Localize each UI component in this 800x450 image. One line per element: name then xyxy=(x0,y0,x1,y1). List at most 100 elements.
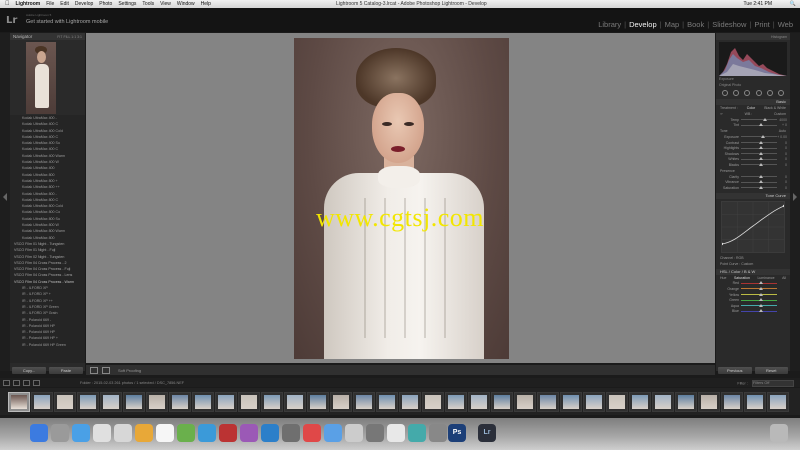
menu-tools[interactable]: Tools xyxy=(142,1,154,7)
dock-app-icon[interactable] xyxy=(387,424,405,442)
hsl-tab-hue[interactable]: Hue xyxy=(720,276,726,280)
filmstrip-thumbnail[interactable] xyxy=(698,392,720,412)
module-map[interactable]: Map xyxy=(662,20,683,29)
spot-removal-icon[interactable] xyxy=(732,90,739,96)
crop-tool-icon[interactable] xyxy=(721,90,728,96)
adjustment-brush-icon[interactable] xyxy=(778,90,785,96)
filmstrip-thumbnail[interactable] xyxy=(169,392,191,412)
graduated-filter-icon[interactable] xyxy=(755,90,762,96)
filmstrip-thumbnail[interactable] xyxy=(675,392,697,412)
hsl-tab-all[interactable]: All xyxy=(782,276,786,280)
back-arrow-icon[interactable] xyxy=(23,379,30,386)
dock-app-icon[interactable] xyxy=(30,424,48,442)
module-book[interactable]: Book xyxy=(684,20,707,29)
menu-window[interactable]: Window xyxy=(177,1,195,7)
slider-value[interactable]: 0 xyxy=(777,152,787,156)
histogram[interactable] xyxy=(719,42,787,76)
reset-button[interactable]: Reset xyxy=(754,367,788,374)
filmstrip-thumbnail[interactable] xyxy=(353,392,375,412)
dock-app-icon[interactable] xyxy=(51,424,69,442)
filmstrip-thumbnail[interactable] xyxy=(606,392,628,412)
hsl-tab-saturation[interactable]: Saturation xyxy=(734,276,750,280)
grid-view-icon[interactable] xyxy=(13,379,20,386)
dock-app-icon[interactable] xyxy=(198,424,216,442)
slider-value[interactable]: + 0 xyxy=(777,123,787,127)
filmstrip-thumbnail[interactable] xyxy=(744,392,766,412)
menu-settings[interactable]: Settings xyxy=(118,1,136,7)
menu-develop[interactable]: Develop xyxy=(75,1,93,7)
tone-auto-button[interactable]: Auto xyxy=(779,129,786,133)
dock-app-icon[interactable] xyxy=(72,424,90,442)
module-slideshow[interactable]: Slideshow xyxy=(709,20,749,29)
dock-app-icon[interactable] xyxy=(93,424,111,442)
filmstrip-thumbnail[interactable] xyxy=(330,392,352,412)
menu-help[interactable]: Help xyxy=(201,1,211,7)
filmstrip-thumbnail[interactable] xyxy=(652,392,674,412)
filmstrip-thumbnail[interactable] xyxy=(31,392,53,412)
filmstrip-thumbnail[interactable] xyxy=(399,392,421,412)
loupe-view-icon[interactable] xyxy=(90,366,98,374)
slider-value[interactable]: 0 xyxy=(777,186,787,190)
filmstrip-thumbnail[interactable] xyxy=(422,392,444,412)
lightroom-dock-icon[interactable]: Lr xyxy=(478,424,496,442)
slider-saturation[interactable]: Saturation 0 xyxy=(716,185,790,191)
filmstrip-thumbnail[interactable] xyxy=(307,392,329,412)
radial-filter-icon[interactable] xyxy=(766,90,773,96)
module-web[interactable]: Web xyxy=(775,20,796,29)
dock-app-icon[interactable] xyxy=(240,424,258,442)
secondary-window-icon[interactable] xyxy=(3,379,10,386)
histogram-header[interactable]: Histogram xyxy=(716,33,790,40)
menu-file[interactable]: File xyxy=(46,1,54,7)
point-curve-select[interactable]: Point Curve : Custom xyxy=(720,262,753,266)
previous-button[interactable]: Previous xyxy=(718,367,752,374)
menu-edit[interactable]: Edit xyxy=(60,1,69,7)
spotlight-icon[interactable]: 🔍 xyxy=(790,1,796,7)
paste-settings-button[interactable]: Paste xyxy=(49,367,83,374)
tone-curve-header[interactable]: Tone Curve xyxy=(716,192,790,199)
hsl-tab-luminance[interactable]: Luminance xyxy=(757,276,774,280)
navigator-preview[interactable] xyxy=(26,42,56,114)
original-photo-checkbox[interactable]: Original Photo xyxy=(716,82,790,88)
filmstrip-source-path[interactable]: Folder : 2015-02-03 261 photos / 1 selec… xyxy=(80,381,184,385)
dock-app-icon[interactable] xyxy=(303,424,321,442)
filmstrip-thumbnail[interactable] xyxy=(537,392,559,412)
filmstrip-thumbnail[interactable] xyxy=(215,392,237,412)
slider-value[interactable]: 0 xyxy=(777,141,787,145)
slider-value[interactable]: 0 xyxy=(777,180,787,184)
dock-app-icon[interactable] xyxy=(261,424,279,442)
filmstrip-thumbnail[interactable] xyxy=(146,392,168,412)
navigator-zoom-options[interactable]: FIT FILL 1:1 3:1 xyxy=(57,35,82,39)
presets-list[interactable]: Kodak UltraMax 400 - Kodak UltraMax 400 … xyxy=(10,115,85,363)
filmstrip-thumbnail[interactable] xyxy=(261,392,283,412)
left-panel-toggle[interactable] xyxy=(0,33,10,371)
filmstrip-thumbnail[interactable] xyxy=(767,392,789,412)
dock-app-icon[interactable] xyxy=(114,424,132,442)
filmstrip-thumbnail[interactable] xyxy=(192,392,214,412)
menu-view[interactable]: View xyxy=(160,1,171,7)
filmstrip-thumbnail[interactable] xyxy=(560,392,582,412)
photoshop-dock-icon[interactable]: Ps xyxy=(448,424,466,442)
module-library[interactable]: Library xyxy=(595,20,624,29)
filmstrip-thumbnail[interactable] xyxy=(376,392,398,412)
dock-app-icon[interactable] xyxy=(408,424,426,442)
slider-value[interactable]: 0 xyxy=(777,175,787,179)
dock-app-icon[interactable] xyxy=(219,424,237,442)
filmstrip-thumbnail[interactable] xyxy=(123,392,145,412)
hsl-slider[interactable]: Blue xyxy=(716,309,790,315)
filmstrip-thumbnail[interactable] xyxy=(54,392,76,412)
module-develop[interactable]: Develop xyxy=(626,20,660,29)
module-print[interactable]: Print xyxy=(751,20,772,29)
menubar-clock[interactable]: Tue 2:41 PM xyxy=(744,1,772,7)
slider-value[interactable]: 0 xyxy=(777,146,787,150)
red-eye-icon[interactable] xyxy=(744,90,751,96)
apple-menu-icon[interactable]:  xyxy=(5,1,10,7)
app-menu[interactable]: Lightroom xyxy=(16,1,41,7)
before-after-icon[interactable] xyxy=(102,366,110,374)
tab-hsl[interactable]: HSL xyxy=(720,269,728,274)
filmstrip-thumbnail[interactable] xyxy=(445,392,467,412)
filmstrip-thumbnail[interactable] xyxy=(238,392,260,412)
navigator-header[interactable]: Navigator FIT FILL 1:1 3:1 xyxy=(10,33,85,40)
dock-app-icon[interactable] xyxy=(282,424,300,442)
wb-select[interactable]: Custom xyxy=(774,112,786,116)
filmstrip-thumbnail[interactable] xyxy=(629,392,651,412)
